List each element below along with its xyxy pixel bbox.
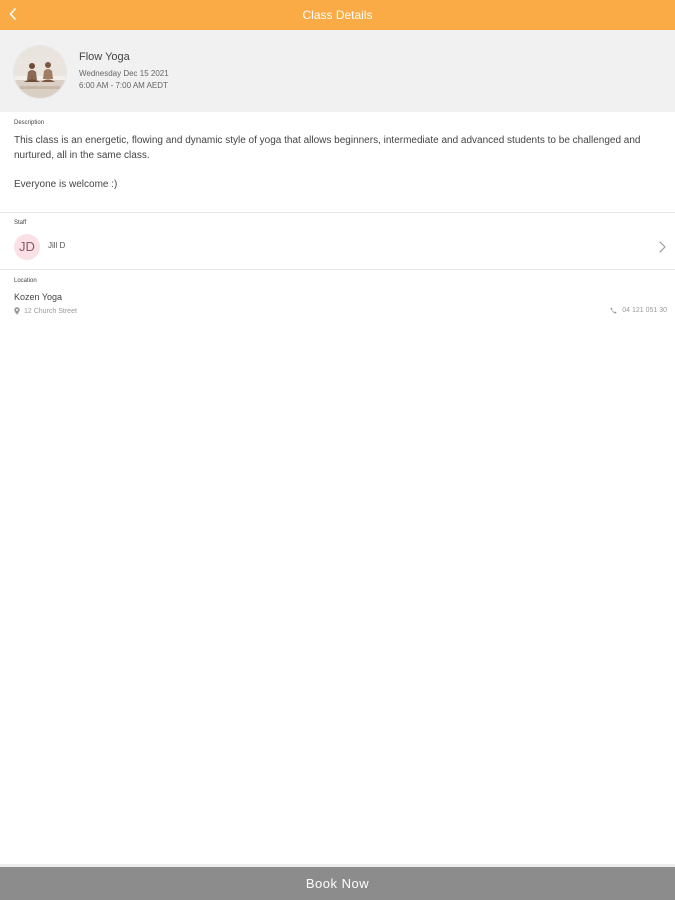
description-paragraph: This class is an energetic, flowing and … [14,135,641,161]
page-title: Class Details [302,8,373,22]
address-text: 12 Church Street [24,307,77,315]
class-header-card: Flow Yoga Wednesday Dec 15 2021 6:00 AM … [0,30,675,112]
staff-label: Staff [14,220,27,226]
class-time: 6:00 AM - 7:00 AM AEDT [79,81,168,90]
class-name: Flow Yoga [79,51,130,63]
chevron-right-icon [659,241,666,253]
location-label: Location [14,278,37,284]
avatar: JD [14,234,40,260]
phone-text: 04 121 051 30 [622,307,667,314]
divider [0,212,675,213]
description-label: Description [14,120,45,126]
staff-name: Jill D [48,241,66,250]
divider [0,269,675,270]
phone-icon [610,307,617,314]
description-text: This class is an energetic, flowing and … [14,133,659,192]
staff-row[interactable]: JD Jill D [0,230,675,266]
location-phone[interactable]: 04 121 051 30 [610,307,667,314]
class-date: Wednesday Dec 15 2021 [79,69,169,78]
description-paragraph: Everyone is welcome :) [14,179,118,190]
class-image [14,46,66,98]
top-bar: Class Details [0,0,675,30]
book-now-button[interactable]: Book Now [0,867,675,900]
map-pin-icon [14,307,20,315]
location-address[interactable]: 12 Church Street [14,307,77,315]
location-name: Kozen Yoga [14,292,63,302]
